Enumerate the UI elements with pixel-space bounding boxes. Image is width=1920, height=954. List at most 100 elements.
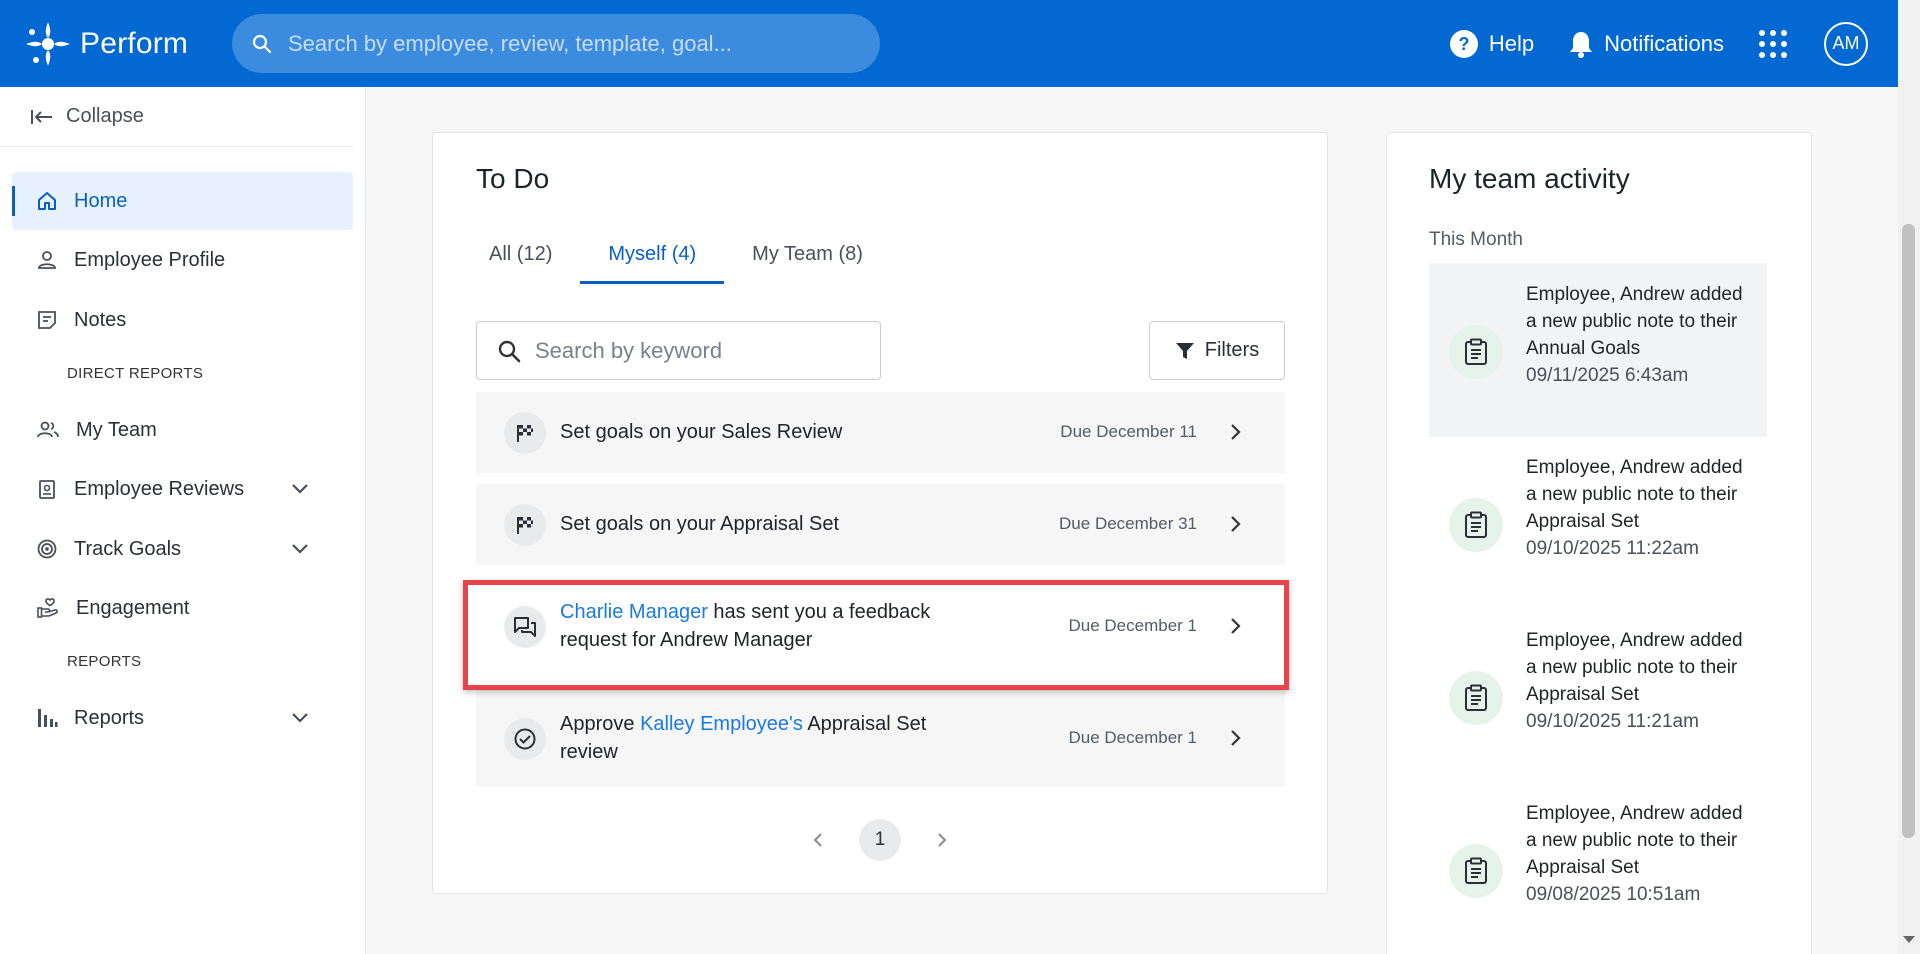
filter-icon <box>1175 342 1194 359</box>
review-badge-icon <box>39 480 55 499</box>
activity-item-date: 09/08/2025 10:51am <box>1526 884 1701 905</box>
sidebar-item-home[interactable]: Home <box>12 172 353 230</box>
svg-text:?: ? <box>1458 34 1469 54</box>
activity-item[interactable]: Employee, Andrew added a new public note… <box>1429 263 1767 437</box>
sidebar-item-employee-reviews[interactable]: Employee Reviews <box>12 460 353 518</box>
perform-logo[interactable]: Perform <box>22 18 188 70</box>
activity-item-date: 09/10/2025 11:22am <box>1526 538 1699 559</box>
activity-item-icon <box>1449 671 1503 725</box>
todo-item-feedback-request[interactable]: Charlie Manager has sent you a feedback … <box>476 576 1285 678</box>
todo-item-due: Due December 11 <box>1060 422 1197 441</box>
global-search-input[interactable] <box>288 30 848 57</box>
notifications-label: Notifications <box>1604 30 1724 56</box>
todo-card: To Do All (12) Myself (4) My Team (8) Fi… <box>432 132 1328 894</box>
chevron-right-icon <box>1231 730 1241 746</box>
todo-item-text: Set goals on your Appraisal Set <box>560 513 840 535</box>
collapse-button[interactable]: Collapse <box>0 87 353 147</box>
chevron-right-icon <box>938 833 947 847</box>
sidebar-item-label: Track Goals <box>74 537 182 560</box>
keyword-search-input[interactable] <box>535 337 865 364</box>
filters-button[interactable]: Filters <box>1149 321 1285 380</box>
sidebar-item-label: Home <box>74 189 128 212</box>
chevron-down-icon <box>292 544 308 554</box>
activity-item-text: Employee, Andrew added a new public note… <box>1526 454 1751 562</box>
clipboard-icon <box>1465 338 1487 365</box>
chevron-down-icon <box>292 484 308 494</box>
brand-name: Perform <box>80 26 189 60</box>
activity-item-icon <box>1449 498 1503 552</box>
search-icon <box>252 34 272 53</box>
person-link-charlie-manager[interactable]: Charlie Manager <box>560 601 708 623</box>
tab-all[interactable]: All (12) <box>461 228 580 284</box>
sidebar-item-employee-profile[interactable]: Employee Profile <box>12 231 353 289</box>
todo-item-text: Charlie Manager has sent you a feedback … <box>560 598 980 654</box>
todo-item-text: Approve Kalley Employee's Appraisal Set … <box>560 710 980 766</box>
activity-item[interactable]: Employee, Andrew added a new public note… <box>1429 436 1767 610</box>
top-bar: Perform ? Help Notifications <box>0 0 1898 87</box>
todo-tabs: All (12) Myself (4) My Team (8) <box>461 228 891 284</box>
clipboard-icon <box>1465 684 1487 711</box>
page-number-button[interactable]: 1 <box>859 819 901 861</box>
sidebar-item-label: Employee Profile <box>74 248 226 271</box>
tab-myself[interactable]: Myself (4) <box>580 228 725 284</box>
home-icon <box>38 192 56 210</box>
activity-item-text: Employee, Andrew added a new public note… <box>1526 627 1751 735</box>
todo-item-due: Due December 1 <box>1068 728 1197 747</box>
sidebar-item-label: Notes <box>74 308 127 331</box>
notes-icon <box>38 311 56 329</box>
flag-icon <box>517 517 533 534</box>
clipboard-icon <box>1465 511 1487 538</box>
activity-item-text: Employee, Andrew added a new public note… <box>1526 281 1751 389</box>
activity-item-date: 09/11/2025 6:43am <box>1526 365 1689 386</box>
team-activity-card: My team activity This Month Employee, An… <box>1386 132 1812 954</box>
top-actions: ? Help Notifications AM <box>1449 0 1868 87</box>
clipboard-icon <box>1465 857 1487 884</box>
help-link[interactable]: ? Help <box>1449 29 1534 59</box>
bell-icon <box>1570 31 1593 58</box>
section-direct-reports: DIRECT REPORTS <box>67 365 204 382</box>
sidebar-item-engagement[interactable]: Engagement <box>12 579 353 637</box>
team-icon <box>37 421 59 438</box>
activity-item[interactable]: Employee, Andrew added a new public note… <box>1429 782 1767 954</box>
scrollbar-thumb[interactable] <box>1902 224 1915 838</box>
global-search[interactable] <box>232 14 880 73</box>
sidebar-item-track-goals[interactable]: Track Goals <box>12 520 353 578</box>
sidebar-item-my-team[interactable]: My Team <box>12 401 353 459</box>
notifications-link[interactable]: Notifications <box>1568 30 1724 58</box>
todo-item-text: Set goals on your Sales Review <box>560 421 843 443</box>
feedback-icon <box>514 617 536 637</box>
tab-my-team[interactable]: My Team (8) <box>724 228 891 284</box>
chevron-right-icon <box>1231 424 1241 440</box>
sidebar-item-label: My Team <box>76 418 157 441</box>
hand-heart-icon <box>37 598 58 618</box>
activity-item[interactable]: Employee, Andrew added a new public note… <box>1429 609 1767 783</box>
person-link-kalley-employee[interactable]: Kalley Employee's <box>640 713 803 735</box>
todo-title: To Do <box>476 163 550 194</box>
flag-icon <box>517 425 533 442</box>
activity-item-message: Employee, Andrew added a new public note… <box>1526 284 1743 359</box>
todo-item-text-prefix: Approve <box>560 713 641 735</box>
activity-item-icon <box>1449 325 1503 379</box>
activity-item-text: Employee, Andrew added a new public note… <box>1526 800 1751 908</box>
user-avatar[interactable]: AM <box>1824 21 1868 66</box>
check-circle-icon <box>514 728 536 750</box>
next-page-button[interactable] <box>927 825 957 855</box>
sidebar-item-reports[interactable]: Reports <box>12 689 353 747</box>
todo-item-approve-review[interactable]: Approve Kalley Employee's Appraisal Set … <box>476 690 1285 787</box>
todo-item-sales-review-goals[interactable]: Set goals on your Sales Review Due Decem… <box>476 392 1285 473</box>
activity-item-message: Employee, Andrew added a new public note… <box>1526 457 1743 532</box>
sidebar-item-notes[interactable]: Notes <box>12 291 353 349</box>
keyword-search[interactable] <box>476 321 881 380</box>
previous-page-button[interactable] <box>803 825 833 855</box>
activity-item-date: 09/10/2025 11:21am <box>1526 711 1699 732</box>
apps-grid-icon[interactable] <box>1758 29 1788 59</box>
bar-chart-icon <box>38 709 58 727</box>
todo-item-icon <box>504 504 546 546</box>
filters-label: Filters <box>1204 339 1260 361</box>
scroll-down-arrow-icon[interactable] <box>1903 936 1915 943</box>
todo-item-icon <box>504 606 546 648</box>
sidebar-item-label: Engagement <box>76 596 190 619</box>
todo-item-appraisal-set-goals[interactable]: Set goals on your Appraisal Set Due Dece… <box>476 484 1285 565</box>
pagination: 1 <box>433 819 1327 861</box>
help-icon: ? <box>1449 29 1478 58</box>
